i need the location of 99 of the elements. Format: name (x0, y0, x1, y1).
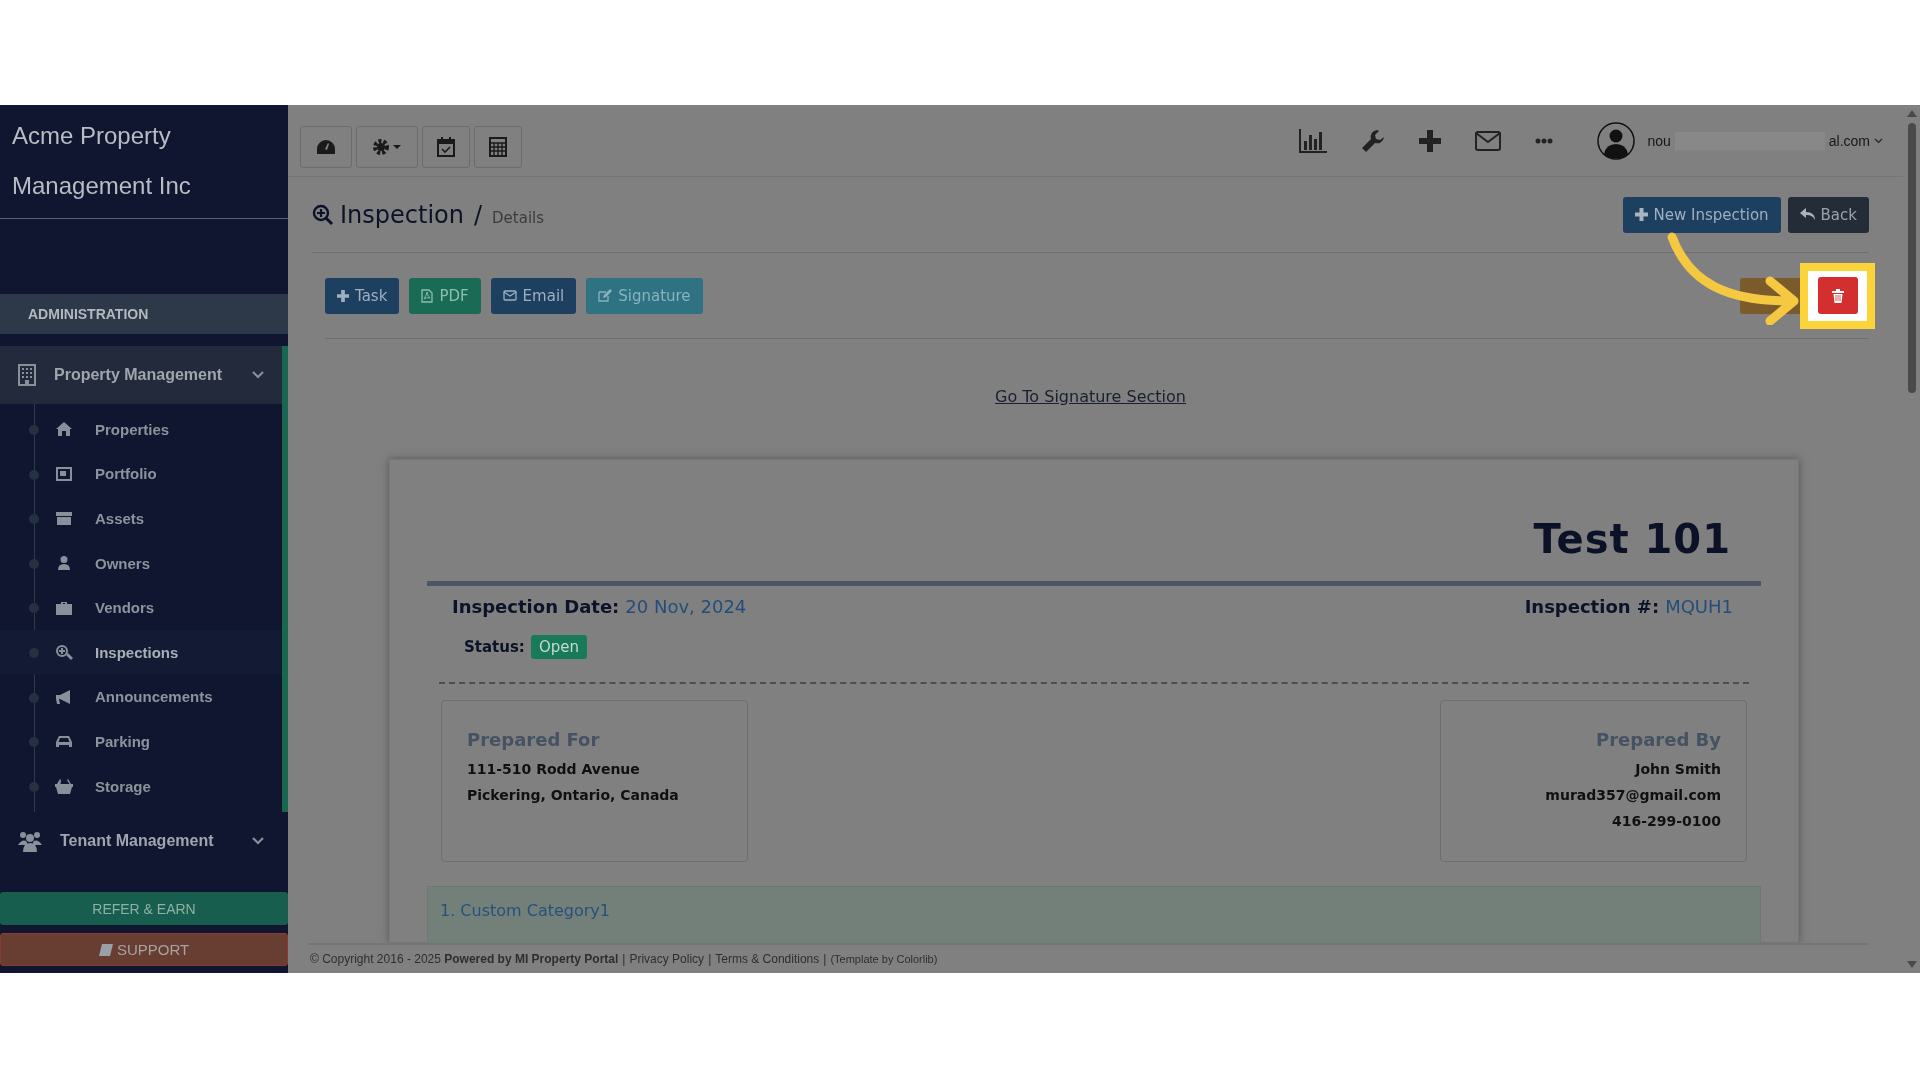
address-line: 111-510 Rodd Avenue (467, 760, 641, 779)
report-title: Test 101 (1532, 515, 1732, 564)
trash-icon (1831, 288, 1844, 303)
user-icon (55, 555, 73, 572)
page-subtitle: Details (492, 208, 545, 227)
contact-line: John Smith (1633, 760, 1721, 779)
edit-icon (598, 289, 613, 302)
user-menu[interactable]: nou al.com (1597, 121, 1883, 160)
scroll-up-icon[interactable] (1906, 110, 1917, 117)
sidebar-item[interactable]: Parking (0, 719, 282, 764)
mail-icon[interactable] (1475, 130, 1502, 151)
settings-button[interactable] (356, 125, 418, 168)
box-icon (55, 510, 73, 527)
action-button[interactable]: Task (325, 277, 400, 314)
chevron-down-icon (1874, 137, 1883, 144)
sidebar-item[interactable]: Inspections (0, 629, 282, 675)
plus-icon (1634, 208, 1648, 221)
user-email: al.com (1828, 132, 1870, 149)
scroll-thumb[interactable] (1907, 123, 1916, 393)
footer-link[interactable]: Privacy Policy (629, 952, 705, 966)
company-name: Acme Property (12, 121, 172, 151)
avatar-icon (1597, 121, 1636, 160)
user-email: nou (1647, 132, 1671, 149)
more-icon[interactable] (1535, 137, 1554, 144)
briefcase-icon (55, 599, 73, 616)
sidebar-item[interactable]: Vendors (0, 585, 282, 630)
basket-icon (55, 778, 73, 795)
delete-button[interactable] (1817, 277, 1858, 314)
refer-and-earn-button[interactable]: REFER & EARN (0, 892, 288, 925)
card-heading: Prepared By (1595, 729, 1721, 750)
action-button[interactable]: Email (490, 277, 577, 314)
people-icon (18, 830, 42, 853)
mail-icon (502, 290, 517, 301)
megaphone-icon (55, 688, 73, 705)
wrench-icon[interactable] (1361, 128, 1386, 153)
bar-chart-icon[interactable] (1299, 128, 1328, 153)
footer-link[interactable]: Terms & Conditions (715, 952, 820, 966)
timeline-dot (29, 737, 39, 748)
search-icon (55, 644, 73, 661)
signature-section-link[interactable]: Go To Signature Section (995, 387, 1186, 407)
timeline-dot (29, 692, 39, 703)
new-inspection-button[interactable]: New Inspection (1622, 196, 1781, 233)
contact-line: 416-299-0100 (1610, 812, 1721, 831)
car-icon (55, 733, 73, 750)
chevron-down-icon (252, 371, 264, 379)
back-button[interactable]: Back (1787, 196, 1869, 233)
sidebar-group[interactable]: Tenant Management (0, 812, 288, 871)
contact-line: murad357@gmail.com (1544, 786, 1721, 805)
book-icon (98, 943, 113, 956)
breadcrumb-separator: / (473, 200, 483, 229)
sidebar-item[interactable]: Announcements (0, 674, 282, 720)
status-label: Status: (464, 638, 525, 656)
sidebar-item[interactable]: Portfolio (0, 451, 282, 497)
dashboard-button[interactable] (300, 125, 352, 168)
gauge-icon (316, 138, 336, 155)
plus-icon[interactable] (1419, 129, 1442, 152)
inspection-number: MQUH1 (1665, 596, 1733, 617)
copyright-text: © Copyright 2016 - 2025 Powered by MI Property Portal (310, 952, 619, 966)
plus-icon (337, 289, 349, 302)
timeline-dot (29, 514, 39, 525)
calendar-button[interactable] (422, 125, 470, 168)
support-button[interactable]: SUPPORT (0, 933, 288, 966)
reply-arrow-icon (1799, 208, 1815, 221)
status-badge: Open (530, 635, 587, 659)
timeline-dot (29, 469, 39, 480)
pdf-file-icon (421, 288, 434, 303)
footer-separator: | (622, 952, 626, 966)
sidebar-item[interactable]: Storage (0, 763, 282, 809)
timeline-dot (29, 425, 39, 435)
number-label: Inspection #: (1524, 596, 1660, 617)
timeline-dot (29, 558, 39, 569)
template-credit: (Template by Colorlib) (830, 953, 938, 965)
address-line: Pickering, Ontario, Canada (467, 786, 680, 805)
scroll-down-icon[interactable] (1906, 961, 1917, 968)
timeline-dot (29, 603, 39, 614)
page-title: Inspection (340, 200, 464, 229)
date-label: Inspection Date: (452, 596, 620, 617)
calculator-icon (489, 136, 507, 157)
chevron-down-icon (252, 837, 264, 846)
action-button[interactable]: PDF (409, 277, 481, 314)
calendar-icon (437, 136, 455, 157)
company-name: Management Inc (12, 171, 192, 201)
sidebar-item[interactable]: Properties (0, 407, 282, 452)
sidebar-group[interactable]: Property Management (0, 346, 282, 404)
sidebar-item[interactable]: Owners (0, 540, 282, 586)
timeline-dot (29, 781, 39, 792)
section-header: ADMINISTRATION (0, 294, 288, 334)
footer-separator: | (823, 952, 827, 966)
building-icon (18, 364, 36, 386)
zoom-in-icon (312, 203, 334, 226)
card-heading: Prepared For (467, 729, 601, 750)
home-icon (55, 421, 73, 438)
footer-separator: | (708, 952, 712, 966)
calculator-button[interactable] (474, 125, 522, 168)
settings-icon (372, 137, 402, 156)
inspection-date: 20 Nov, 2024 (625, 596, 747, 617)
portfolio-icon (55, 465, 73, 482)
category-title: 1. Custom Category1 (440, 901, 610, 920)
sidebar-item[interactable]: Assets (0, 496, 282, 541)
